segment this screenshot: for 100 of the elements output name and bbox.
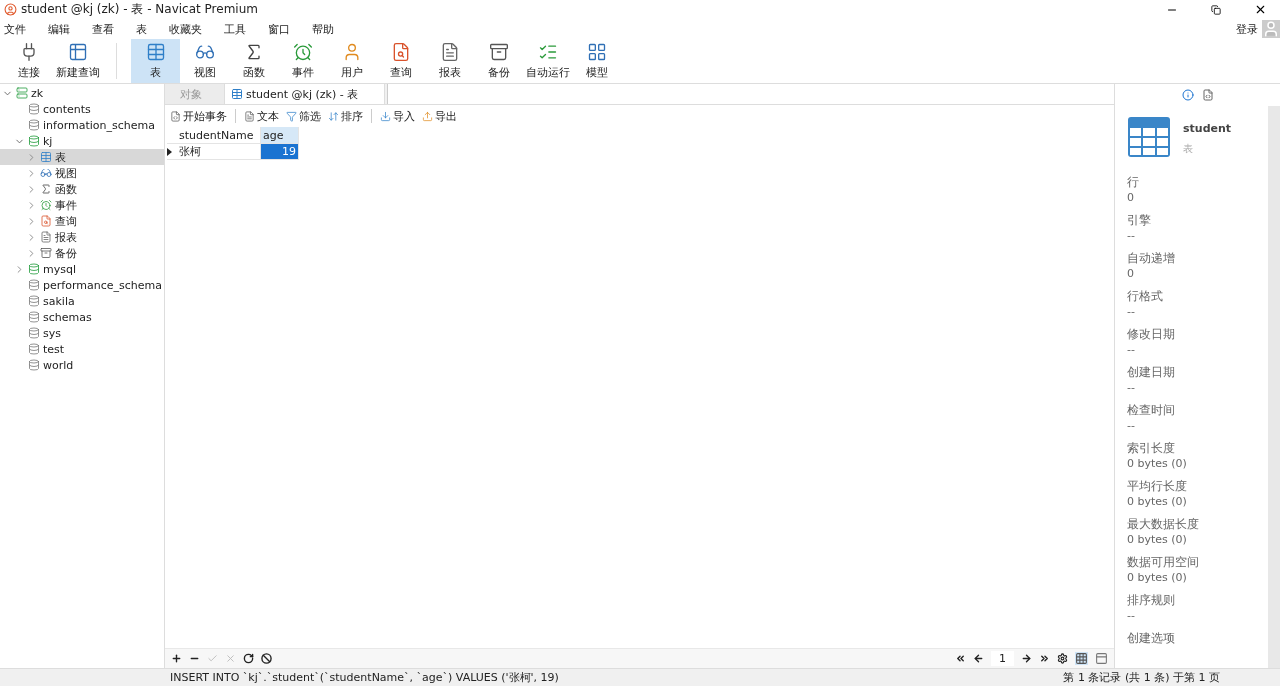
tree-item[interactable]: sys: [0, 325, 164, 341]
toolbar-action[interactable]: 开始事务: [169, 108, 228, 124]
menu-item[interactable]: 表: [136, 21, 147, 37]
tree-item[interactable]: 函数: [0, 181, 164, 197]
column-header[interactable]: age: [261, 127, 299, 144]
tree-item[interactable]: 报表: [0, 229, 164, 245]
login-link[interactable]: 登录: [1236, 21, 1258, 37]
query-icon: [40, 215, 52, 227]
tree-item[interactable]: 事件: [0, 197, 164, 213]
property-value: --: [1127, 343, 1136, 358]
database-icon: [28, 295, 40, 307]
menu-item[interactable]: 窗口: [268, 21, 290, 37]
menu-item[interactable]: 收藏夹: [169, 21, 202, 37]
menu-item[interactable]: 编辑: [48, 21, 70, 37]
alarm-clock-icon: [40, 199, 52, 211]
toolbar-action[interactable]: 排序: [327, 108, 364, 124]
table-cell[interactable]: 张柯: [177, 144, 261, 160]
database-icon: [28, 343, 40, 355]
menu-item[interactable]: 帮助: [312, 21, 334, 37]
refresh-icon[interactable]: [243, 653, 254, 664]
previous-page-icon[interactable]: [973, 653, 984, 664]
toolbar-button[interactable]: 自动运行: [523, 39, 572, 83]
menu-item[interactable]: 查看: [92, 21, 114, 37]
tree-item[interactable]: zk: [0, 85, 164, 101]
database-icon: [28, 359, 40, 371]
toolbar-button[interactable]: 连接: [4, 39, 53, 83]
document-icon: [170, 110, 181, 122]
stop-icon[interactable]: [261, 653, 272, 664]
property-value: --: [1127, 229, 1136, 244]
chevron-right-icon[interactable]: [26, 247, 37, 259]
window-title: student @kj (zk) - 表 - Navicat Premium: [21, 1, 259, 18]
ddl-icon[interactable]: [1201, 89, 1214, 101]
database-icon: [28, 279, 40, 291]
toolbar-action[interactable]: 文本: [243, 108, 280, 124]
next-page-icon[interactable]: [1021, 653, 1032, 664]
tree-item[interactable]: performance_schema: [0, 277, 164, 293]
report-icon: [40, 231, 52, 243]
scrollbar[interactable]: [1268, 106, 1280, 668]
form-view-icon[interactable]: [1095, 652, 1108, 665]
property-value: 0 bytes (0): [1127, 495, 1188, 510]
tree-item[interactable]: contents: [0, 101, 164, 117]
page-number[interactable]: 1: [991, 651, 1014, 666]
tree-item[interactable]: kj: [0, 133, 164, 149]
toolbar-button[interactable]: 新建查询: [53, 39, 102, 83]
info-icon[interactable]: [1181, 89, 1194, 101]
toolbar-button[interactable]: 查询: [376, 39, 425, 83]
last-page-icon[interactable]: [1039, 653, 1050, 664]
toolbar-button[interactable]: 备份: [474, 39, 523, 83]
tab[interactable]: student @kj (zk) - 表: [225, 84, 385, 104]
toolbar-button[interactable]: 视图: [180, 39, 229, 83]
tree-item[interactable]: 备份: [0, 245, 164, 261]
settings-icon[interactable]: [1057, 653, 1068, 664]
add-icon[interactable]: [171, 653, 182, 664]
toolbar-button[interactable]: 模型: [572, 39, 621, 83]
check-icon[interactable]: [207, 653, 218, 664]
toolbar-button[interactable]: 用户: [327, 39, 376, 83]
menu-item[interactable]: 文件: [4, 21, 26, 37]
grid-view-icon[interactable]: [1075, 652, 1088, 665]
tree-item[interactable]: mysql: [0, 261, 164, 277]
tree-item[interactable]: information_schema: [0, 117, 164, 133]
table-icon: [67, 42, 88, 62]
property-label: 修改日期: [1127, 326, 1176, 343]
sigma-icon: [40, 183, 52, 195]
property-label: 行格式: [1127, 288, 1164, 305]
toolbar-button[interactable]: 事件: [278, 39, 327, 83]
first-page-icon[interactable]: [955, 653, 966, 664]
document-icon: [244, 110, 255, 122]
property-label: 平均行长度: [1127, 478, 1188, 495]
alarm-clock-icon: [292, 42, 313, 62]
tree-item[interactable]: 视图: [0, 165, 164, 181]
property-label: 引擎: [1127, 212, 1152, 229]
archive-icon: [40, 247, 52, 259]
property-label: 创建日期: [1127, 364, 1176, 381]
export-icon: [422, 110, 433, 122]
database-icon: [28, 119, 40, 131]
tree-item[interactable]: schemas: [0, 309, 164, 325]
property-label: 排序规则: [1127, 592, 1176, 609]
property-value: --: [1127, 305, 1136, 320]
tree-item[interactable]: world: [0, 357, 164, 373]
property-label: 最大数据长度: [1127, 516, 1200, 533]
toolbar-action[interactable]: 导入: [379, 108, 416, 124]
tree-item[interactable]: 表: [0, 149, 164, 165]
toolbar-action[interactable]: 筛选: [285, 108, 322, 124]
property-label: 数据可用空间: [1127, 554, 1200, 571]
toolbar-button[interactable]: 表: [131, 39, 180, 83]
table-cell[interactable]: 19: [261, 144, 299, 160]
column-header[interactable]: studentName: [177, 127, 261, 144]
property-value: 0 bytes (0): [1127, 533, 1188, 548]
toolbar-button[interactable]: 报表: [425, 39, 474, 83]
tree-item[interactable]: test: [0, 341, 164, 357]
property-label: 行: [1127, 174, 1140, 191]
table-icon: [231, 88, 243, 100]
toolbar-button[interactable]: 函数: [229, 39, 278, 83]
tree-item[interactable]: 查询: [0, 213, 164, 229]
menu-item[interactable]: 工具: [224, 21, 246, 37]
grid-icon: [586, 42, 607, 62]
toolbar-action[interactable]: 导出: [421, 108, 458, 124]
table-icon: [1127, 116, 1171, 158]
cancel-icon[interactable]: [225, 653, 236, 664]
tree-item[interactable]: sakila: [0, 293, 164, 309]
